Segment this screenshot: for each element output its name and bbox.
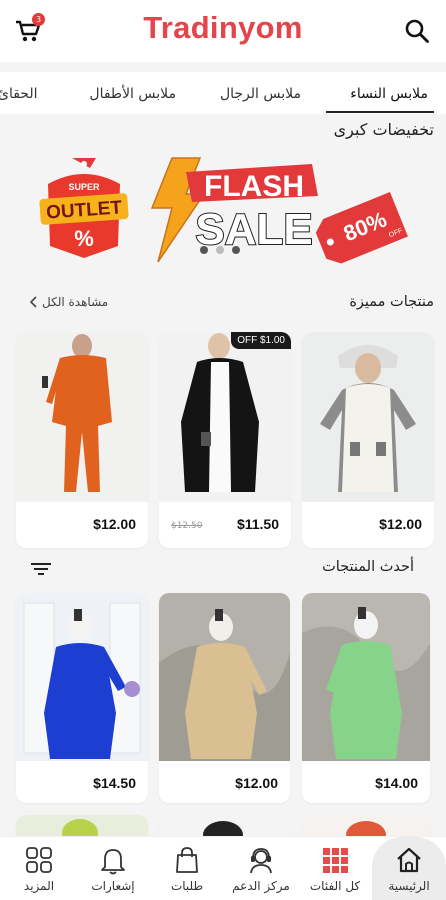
- product-card[interactable]: $12.00: [159, 593, 290, 803]
- product-price: $12.00: [235, 775, 278, 791]
- grid-icon: [323, 848, 348, 873]
- nav-orders[interactable]: طلبات: [150, 837, 224, 900]
- product-card[interactable]: $14.50: [16, 593, 148, 803]
- product-price: $12.00: [93, 516, 136, 532]
- product-image: [302, 332, 434, 502]
- product-price: $12.00: [379, 516, 422, 532]
- nav-orders-label: طلبات: [170, 879, 204, 893]
- svg-text:SUPER: SUPER: [68, 182, 100, 192]
- product-card[interactable]: $12.00: [302, 332, 434, 548]
- svg-text:SALE: SALE: [195, 205, 312, 254]
- flash-sale-banner[interactable]: SUPER OUTLET % FLASH SALE 80% OFF: [0, 150, 446, 272]
- product-image: [302, 593, 430, 761]
- tab-women[interactable]: ملابس النساء: [350, 86, 428, 102]
- active-tab-indicator: [326, 111, 434, 113]
- filter-icon[interactable]: [30, 562, 52, 576]
- nav-more-label: المزيد: [23, 879, 55, 893]
- svg-text:%: %: [74, 226, 94, 251]
- app-screen: 3 Tradinyom ملابس النساء ملابس الرجال مل…: [0, 0, 446, 900]
- nav-support-center-label: مركز الدعم: [232, 879, 290, 893]
- bottom-navigation: الرئيسية كل الفئات مركز الدعم طلبات إشعا…: [0, 836, 446, 900]
- product-image: [16, 593, 148, 761]
- discount-badge: OFF $1.00: [231, 332, 291, 349]
- nav-more[interactable]: المزيد: [2, 837, 76, 900]
- category-tabs: ملابس النساء ملابس الرجال ملابس الأطفال …: [0, 72, 446, 114]
- bell-icon: [101, 849, 125, 875]
- nav-home-label: الرئيسية: [388, 879, 430, 893]
- product-card[interactable]: $14.00: [302, 593, 430, 803]
- top-app-bar: 3 Tradinyom: [0, 0, 446, 62]
- nav-support-center[interactable]: مركز الدعم: [224, 837, 298, 900]
- support-agent-icon: [250, 848, 272, 874]
- more-grid-icon: [26, 847, 52, 873]
- featured-products-heading: منتجات مميزة: [349, 294, 434, 310]
- carousel-dot: [216, 246, 224, 254]
- super-outlet-badge: SUPER OUTLET %: [39, 158, 129, 258]
- product-image: [159, 593, 290, 761]
- product-price: $14.50: [93, 775, 136, 791]
- home-icon: [397, 847, 421, 873]
- product-image: [159, 332, 291, 502]
- chevron-left-icon: [30, 296, 37, 308]
- product-old-price: $12.50: [171, 521, 203, 531]
- view-all-label: مشاهدة الكل: [42, 295, 109, 309]
- product-card[interactable]: OFF $1.00 $12.50 $11.50: [159, 332, 291, 548]
- search-icon[interactable]: [404, 18, 430, 44]
- carousel-dot-active: [200, 246, 208, 254]
- product-card[interactable]: $12.00: [16, 332, 148, 548]
- big-sales-heading: تخفيضات كبرى: [333, 120, 434, 139]
- shopping-bag-icon: [176, 847, 198, 873]
- nav-notifications-label: إشعارات: [91, 879, 135, 893]
- tab-bags[interactable]: الحقائ: [0, 86, 38, 102]
- svg-text:FLASH: FLASH: [204, 170, 304, 203]
- latest-products-heading: أحدث المنتجات: [322, 559, 414, 575]
- view-all-link[interactable]: مشاهدة الكل: [30, 295, 108, 309]
- product-price: $11.50: [236, 516, 279, 532]
- tab-kids[interactable]: ملابس الأطفال: [89, 86, 176, 102]
- nav-all-categories-label: كل الفئات: [309, 879, 361, 893]
- nav-all-categories[interactable]: كل الفئات: [298, 837, 372, 900]
- product-image: [16, 332, 148, 502]
- carousel-dot: [232, 246, 240, 254]
- nav-home[interactable]: الرئيسية: [372, 837, 446, 900]
- nav-notifications[interactable]: إشعارات: [76, 837, 150, 900]
- brand-logo: Tradinyom: [143, 10, 303, 45]
- tab-men[interactable]: ملابس الرجال: [220, 86, 301, 102]
- product-price: $14.00: [375, 775, 418, 791]
